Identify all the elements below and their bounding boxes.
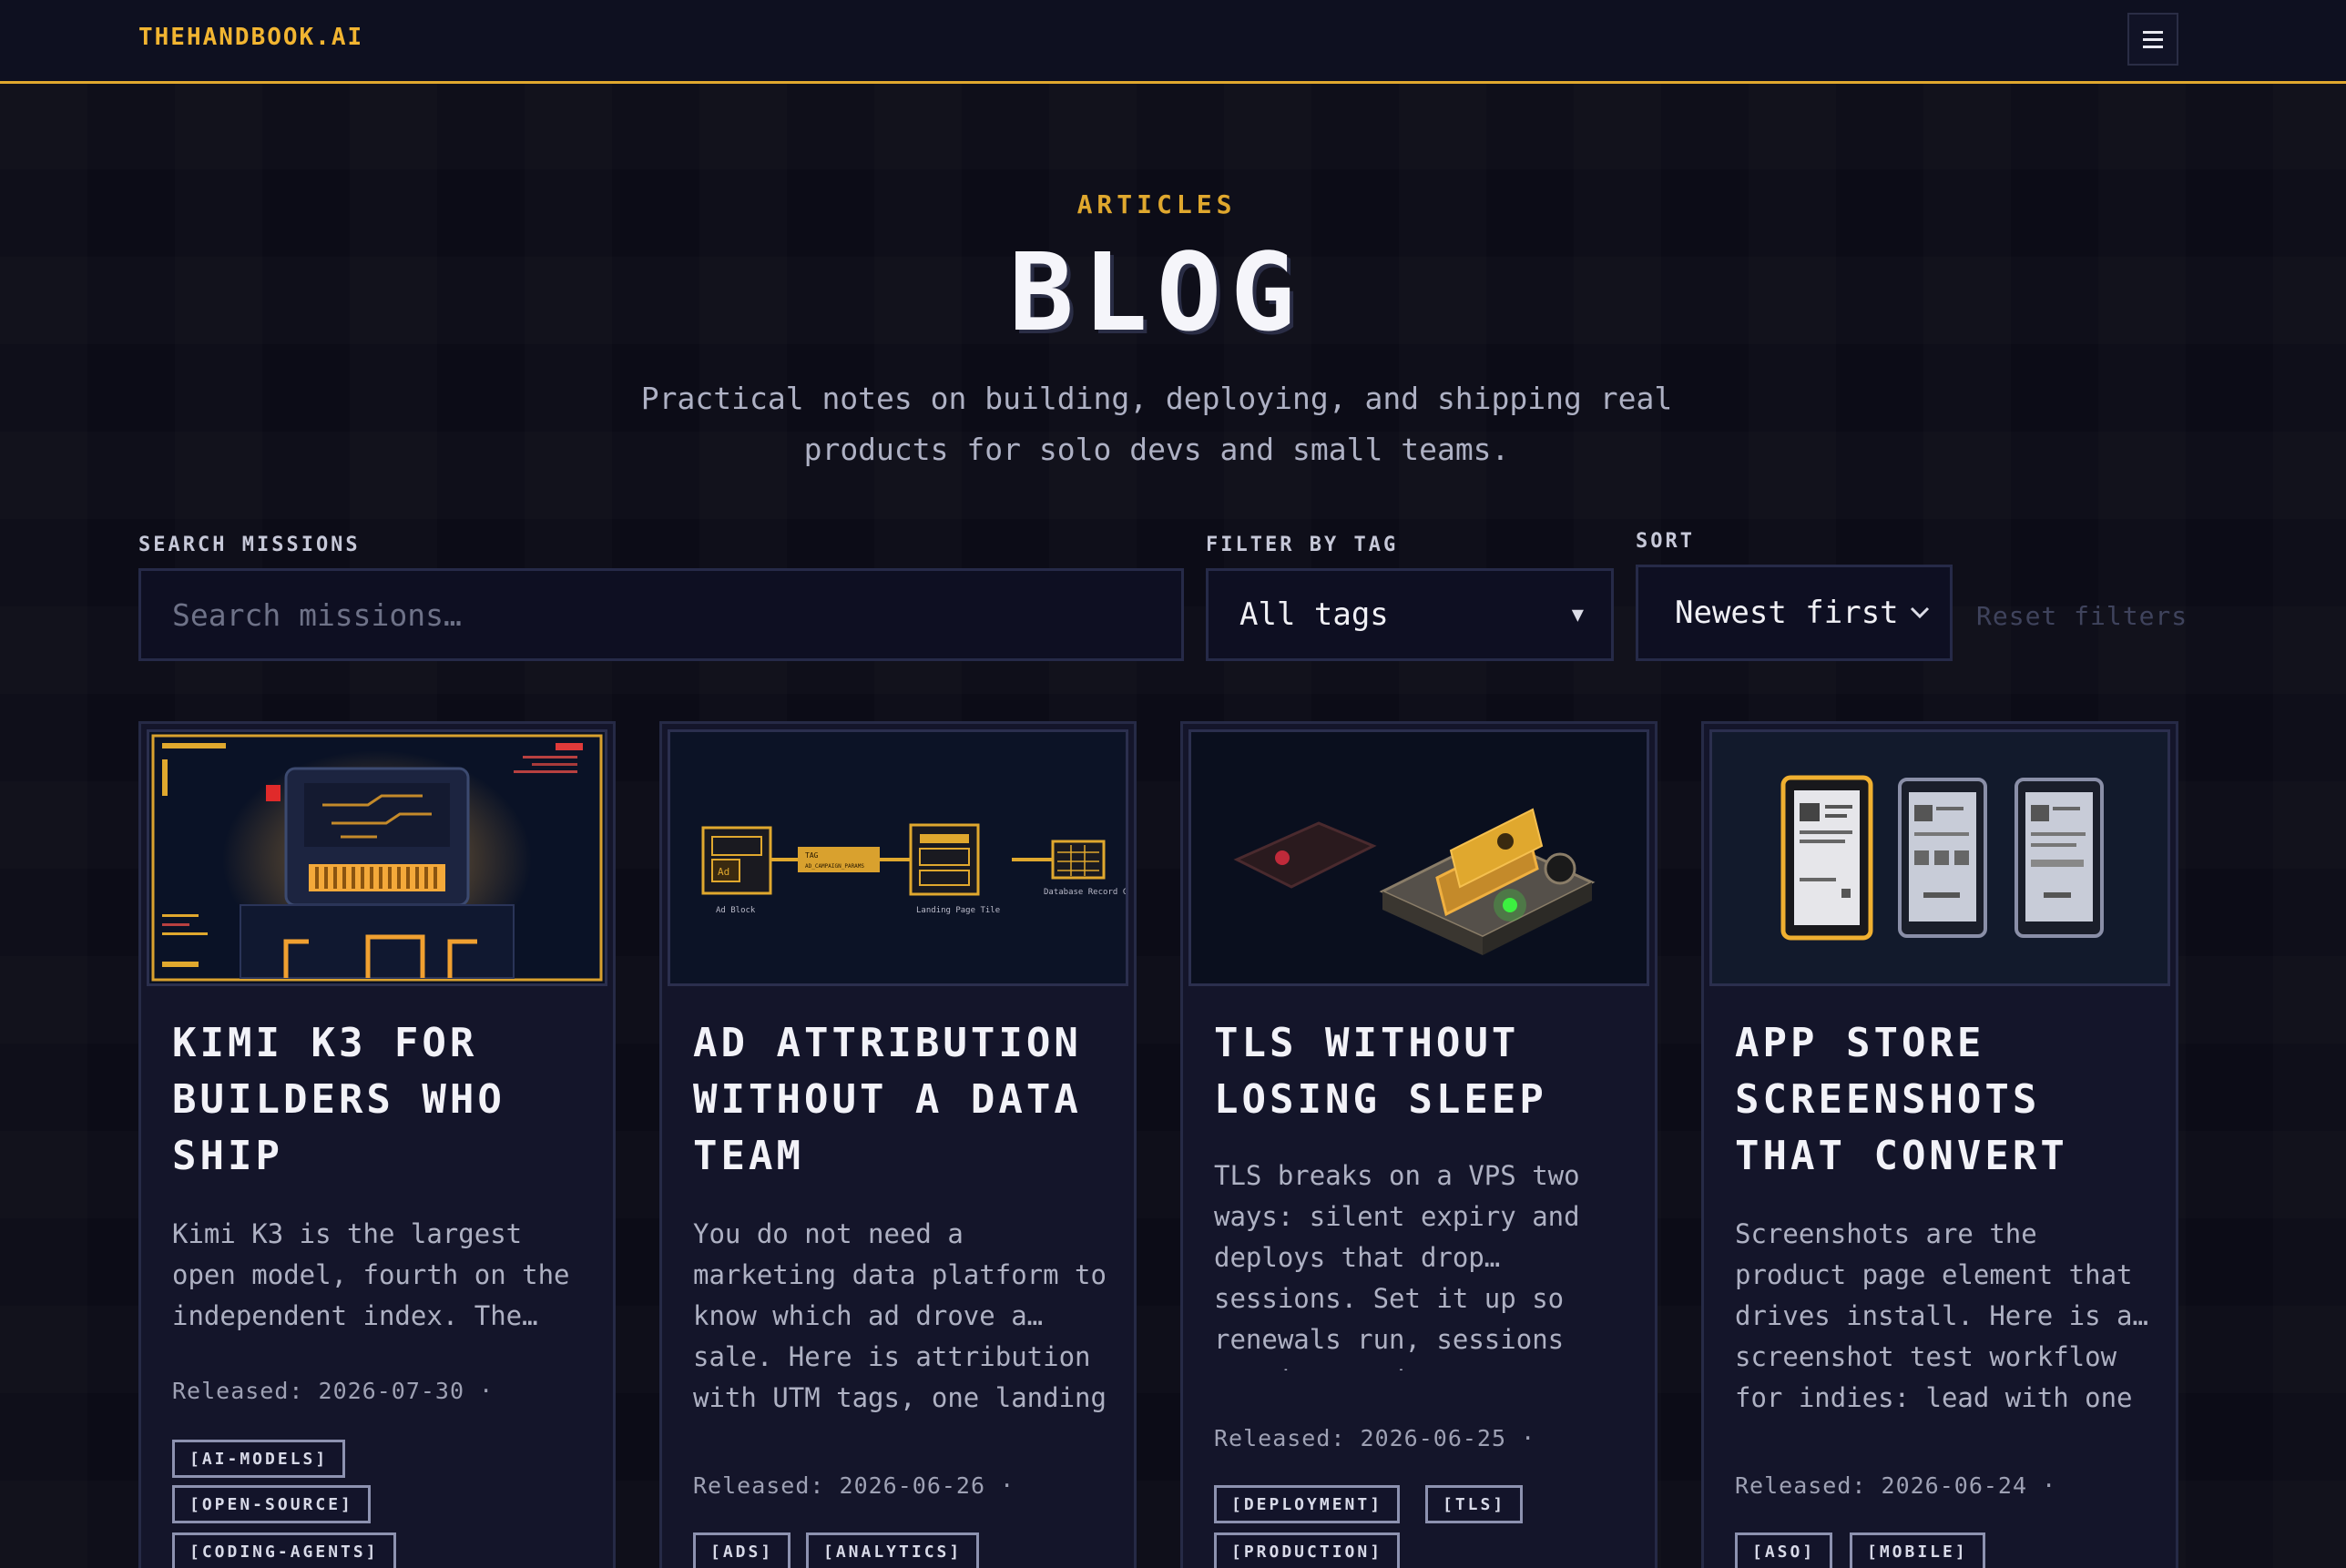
ad-block-label: Ad Block — [716, 906, 756, 915]
database-label: Database Record Card — [1044, 888, 1126, 897]
tag-chip[interactable]: [DEPLOYMENT] — [1214, 1485, 1401, 1523]
search-field[interactable] — [138, 568, 1184, 661]
article-thumbnail — [147, 729, 607, 986]
tag-filter-value: All tags — [1239, 596, 1389, 633]
menu-line — [2143, 45, 2163, 48]
landing-page-label: Landing Page Tile — [916, 906, 1000, 915]
article-title[interactable]: TLS WITHOUT LOSING SLEEP — [1214, 1015, 1633, 1128]
tag-filter-label: FILTER BY TAG — [1206, 534, 1399, 556]
article-card[interactable]: TLS WITHOUT LOSING SLEEP TLS breaks on a… — [1180, 721, 1658, 1568]
chevron-down-icon — [1910, 602, 1950, 625]
tag-chip[interactable]: [PRODUCTION] — [1214, 1532, 1401, 1568]
tag-chip[interactable]: [OPEN-SOURCE] — [172, 1485, 371, 1523]
article-excerpt: You do not need a marketing data platfor… — [693, 1218, 1107, 1413]
tag-filter-select[interactable]: All tags ▼ — [1206, 568, 1614, 661]
hamburger-icon[interactable] — [2127, 13, 2178, 66]
tag-chip[interactable]: [ANALYTICS] — [806, 1532, 980, 1568]
article-excerpt: TLS breaks on a VPS two ways: silent exp… — [1214, 1160, 1580, 1370]
chip-robot-illustration — [151, 734, 603, 982]
search-label: SEARCH MISSIONS — [138, 534, 361, 556]
tag-chip[interactable]: [ASO] — [1735, 1532, 1833, 1568]
article-thumbnail: Ad Ad Block TAG AD_CAMPAIGN_PARAMS Landi… — [668, 729, 1128, 986]
article-card[interactable]: KIMI K3 FOR BUILDERS WHO SHIP Kimi K3 is… — [138, 721, 616, 1568]
release-date: Released: 2026-07-30 · — [172, 1378, 495, 1404]
article-title[interactable]: AD ATTRIBUTION WITHOUT A DATA TEAM — [693, 1015, 1112, 1185]
article-title[interactable]: KIMI K3 FOR BUILDERS WHO SHIP — [172, 1015, 591, 1185]
attribution-flow-diagram: Ad Ad Block TAG AD_CAMPAIGN_PARAMS Landi… — [701, 823, 1126, 915]
tag-chip[interactable]: [ADS] — [693, 1532, 791, 1568]
tag-chip[interactable]: [TLS] — [1425, 1485, 1524, 1523]
tag-chip[interactable]: [AI-MODELS] — [172, 1440, 346, 1478]
menu-line — [2143, 30, 2163, 34]
tag-node-label: TAG — [805, 851, 819, 860]
sort-label: SORT — [1636, 530, 1695, 553]
menu-line — [2143, 37, 2163, 41]
article-thumbnail — [1709, 729, 2170, 986]
top-navigation-bar: THEHANDBOOK.AI — [0, 0, 2346, 84]
release-date: Released: 2026-06-24 · — [1735, 1472, 2057, 1499]
release-date: Released: 2026-06-25 · — [1214, 1425, 1536, 1451]
site-logo[interactable]: THEHANDBOOK.AI — [138, 24, 363, 51]
tag-node-sublabel: AD_CAMPAIGN_PARAMS — [805, 863, 864, 870]
page-subtitle: Practical notes on building, deploying, … — [640, 381, 1673, 467]
article-card[interactable]: APP STORE SCREENSHOTS THAT CONVERT Scree… — [1701, 721, 2178, 1568]
tag-chip[interactable]: [CODING-AGENTS] — [172, 1532, 396, 1568]
release-date: Released: 2026-06-26 · — [693, 1472, 1015, 1499]
search-input[interactable] — [141, 571, 1181, 658]
ad-label: Ad — [718, 866, 729, 878]
article-title[interactable]: APP STORE SCREENSHOTS THAT CONVERT — [1735, 1015, 2154, 1185]
tag-chip[interactable]: [MOBILE] — [1850, 1532, 1985, 1568]
article-thumbnail — [1188, 729, 1649, 986]
article-card[interactable]: Ad Ad Block TAG AD_CAMPAIGN_PARAMS Landi… — [659, 721, 1137, 1568]
article-excerpt: Screenshots are the product page element… — [1735, 1218, 2148, 1413]
phone-screenshots-illustration — [1780, 775, 2104, 941]
caret-down-icon: ▼ — [1571, 603, 1584, 626]
reset-filters-button[interactable]: Reset filters — [1976, 601, 2188, 631]
sort-select[interactable]: Newest first — [1636, 565, 1953, 661]
article-excerpt: Kimi K3 is the largest open model, fourt… — [172, 1218, 570, 1331]
sort-value: Newest first — [1675, 595, 1899, 631]
tls-device-illustration — [1233, 808, 1596, 955]
page-title: BLOG — [1008, 229, 1305, 355]
section-eyebrow: ARTICLES — [1076, 189, 1237, 219]
